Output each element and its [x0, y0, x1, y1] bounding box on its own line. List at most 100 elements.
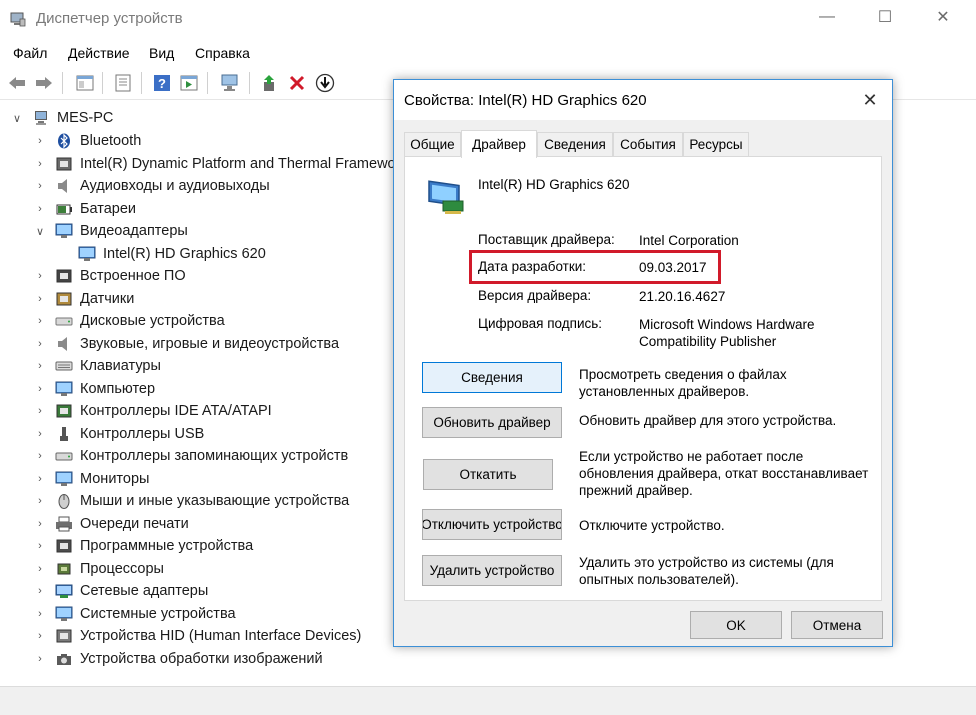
- tree-category-item[interactable]: › Intel(R) Dynamic Platform and Thermal F…: [33, 153, 395, 175]
- driver-details-button[interactable]: Сведения: [422, 362, 562, 393]
- tree-item-label: Очереди печати: [80, 515, 189, 532]
- rollback-desc-line1: Если устройство не работает после: [579, 449, 804, 464]
- back-arrow-icon[interactable]: [6, 72, 28, 94]
- expand-arrow-icon[interactable]: ›: [33, 158, 47, 170]
- expand-arrow-icon[interactable]: ›: [33, 540, 47, 552]
- uninstall-icon[interactable]: [286, 72, 308, 94]
- expand-arrow-icon[interactable]: ›: [33, 450, 47, 462]
- rollback-button[interactable]: Откатить: [423, 459, 553, 490]
- version-value: 21.20.16.4627: [639, 289, 726, 304]
- menu-help[interactable]: Справка: [195, 45, 250, 61]
- tree-category-item[interactable]: › Мониторы: [33, 468, 149, 490]
- tree-category-item[interactable]: › Батареи: [33, 198, 136, 220]
- hid-icon: [56, 629, 72, 643]
- expand-arrow-icon[interactable]: ›: [33, 293, 47, 305]
- usb-icon: [60, 426, 68, 441]
- tree-category-item[interactable]: › Звуковые, игровые и видеоустройства: [33, 333, 339, 355]
- tree-category-item[interactable]: › Программные устройства: [33, 535, 253, 557]
- tree-category-item[interactable]: › Контроллеры запоминающих устройств: [33, 445, 348, 467]
- close-button[interactable]: ✕: [920, 0, 966, 34]
- tree-category-item[interactable]: › Процессоры: [33, 558, 164, 580]
- expand-arrow-icon[interactable]: ›: [33, 608, 47, 620]
- expand-arrow-icon[interactable]: ›: [33, 203, 47, 215]
- scan-hardware-icon[interactable]: [219, 72, 241, 94]
- tree-category-item[interactable]: › Клавиатуры: [33, 355, 161, 377]
- minimize-button[interactable]: —: [804, 0, 850, 34]
- tree-category-item[interactable]: › Компьютер: [33, 378, 155, 400]
- tree-item-label: Мыши и иные указывающие устройства: [80, 493, 350, 509]
- action-pane-icon[interactable]: [178, 72, 200, 94]
- tree-item-label: Мониторы: [80, 470, 150, 487]
- tab-driver[interactable]: Драйвер: [461, 130, 537, 158]
- details-desc-line2: установленных драйверов.: [579, 384, 750, 399]
- driver-tab-panel: Intel(R) HD Graphics 620 Поставщик драйв…: [404, 156, 882, 601]
- expand-arrow-icon[interactable]: ›: [33, 338, 47, 350]
- window-title: Диспетчер устройств: [36, 10, 183, 27]
- menu-view[interactable]: Вид: [149, 45, 174, 61]
- expand-arrow-icon[interactable]: ›: [33, 135, 47, 147]
- status-bar: [0, 686, 976, 715]
- forward-arrow-icon[interactable]: [33, 72, 55, 94]
- tree-category-item[interactable]: › Встроенное ПО: [33, 265, 185, 287]
- expand-arrow-icon[interactable]: ›: [33, 630, 47, 642]
- expand-arrow-icon[interactable]: ›: [33, 428, 47, 440]
- expand-arrow-icon[interactable]: ›: [33, 360, 47, 372]
- expand-arrow-icon[interactable]: ›: [33, 518, 47, 530]
- tree-category-item[interactable]: › Устройства HID (Human Interface Devices…: [33, 625, 361, 647]
- expand-arrow-icon[interactable]: ∨: [10, 112, 24, 125]
- expand-arrow-icon[interactable]: ›: [33, 315, 47, 327]
- expand-arrow-icon[interactable]: ›: [33, 563, 47, 575]
- cancel-button[interactable]: Отмена: [791, 611, 883, 639]
- console-tree-icon[interactable]: [74, 72, 96, 94]
- printer-icon: [56, 516, 72, 531]
- tree-category-item[interactable]: › Контроллеры USB: [33, 423, 204, 445]
- expand-arrow-icon[interactable]: ›: [33, 405, 47, 417]
- tree-child-item[interactable]: Intel(R) HD Graphics 620: [56, 243, 266, 265]
- chip-icon: [56, 157, 72, 170]
- download-icon[interactable]: [314, 72, 336, 94]
- menu-file[interactable]: Файл: [13, 45, 47, 61]
- properties-icon[interactable]: [112, 72, 134, 94]
- tree-item-label: Батареи: [80, 200, 137, 217]
- tab-general[interactable]: Общие: [404, 132, 461, 156]
- tree-item-label: Устройства обработки изображений: [80, 650, 323, 667]
- tree-category-item[interactable]: › Очереди печати: [33, 513, 189, 535]
- tab-events[interactable]: События: [613, 132, 683, 156]
- tree-category-item[interactable]: › Мыши и иные указывающие устройства: [33, 490, 349, 512]
- rollback-desc-line3: прежний драйвер.: [579, 483, 693, 498]
- expand-arrow-icon[interactable]: ›: [33, 653, 47, 665]
- tree-category-item[interactable]: › Контроллеры IDE ATA/ATAPI: [33, 400, 272, 422]
- update-driver-icon[interactable]: [258, 72, 280, 94]
- tree-category-item[interactable]: › Сетевые адаптеры: [33, 580, 208, 602]
- date-value: 09.03.2017: [639, 260, 707, 275]
- expand-arrow-icon[interactable]: ›: [33, 180, 47, 192]
- tree-category-item[interactable]: › Датчики: [33, 288, 134, 310]
- tab-details[interactable]: Сведения: [537, 132, 613, 156]
- update-driver-button[interactable]: Обновить драйвер: [422, 407, 562, 438]
- expand-arrow-icon[interactable]: ›: [33, 473, 47, 485]
- disable-device-button[interactable]: Отключить устройство: [422, 509, 562, 540]
- tree-category-item[interactable]: › Системные устройства: [33, 603, 235, 625]
- expand-arrow-icon[interactable]: ›: [33, 495, 47, 507]
- uninstall-device-button[interactable]: Удалить устройство: [422, 555, 562, 586]
- dialog-close-button[interactable]: ✕: [856, 88, 884, 112]
- maximize-button[interactable]: ☐: [862, 0, 908, 34]
- tree-item-label: Bluetooth: [80, 133, 142, 149]
- tree-category-item[interactable]: › Устройства обработки изображений: [33, 648, 323, 670]
- ok-button[interactable]: OK: [690, 611, 782, 639]
- tree-category-item[interactable]: › Дисковые устройства: [33, 310, 225, 332]
- expand-arrow-icon[interactable]: ›: [33, 383, 47, 395]
- tree-category-item[interactable]: › Bluetooth: [33, 130, 141, 152]
- tree-category-item[interactable]: ∨ Видеоадаптеры: [33, 220, 188, 242]
- tree-category-item[interactable]: › Аудиовходы и аудиовыходы: [33, 175, 269, 197]
- disable-desc: Отключите устройство.: [579, 518, 725, 533]
- tab-resources[interactable]: Ресурсы: [683, 132, 749, 156]
- expand-arrow-icon[interactable]: ›: [33, 270, 47, 282]
- help-icon[interactable]: ?: [151, 72, 173, 94]
- main-titlebar: Диспетчер устройств — ☐ ✕: [0, 0, 976, 38]
- tree-root[interactable]: ∨ MES-PC: [10, 107, 113, 129]
- tree-item-label: Датчики: [80, 290, 135, 307]
- menu-action[interactable]: Действие: [68, 45, 130, 61]
- collapse-arrow-icon[interactable]: ∨: [33, 225, 47, 238]
- expand-arrow-icon[interactable]: ›: [33, 585, 47, 597]
